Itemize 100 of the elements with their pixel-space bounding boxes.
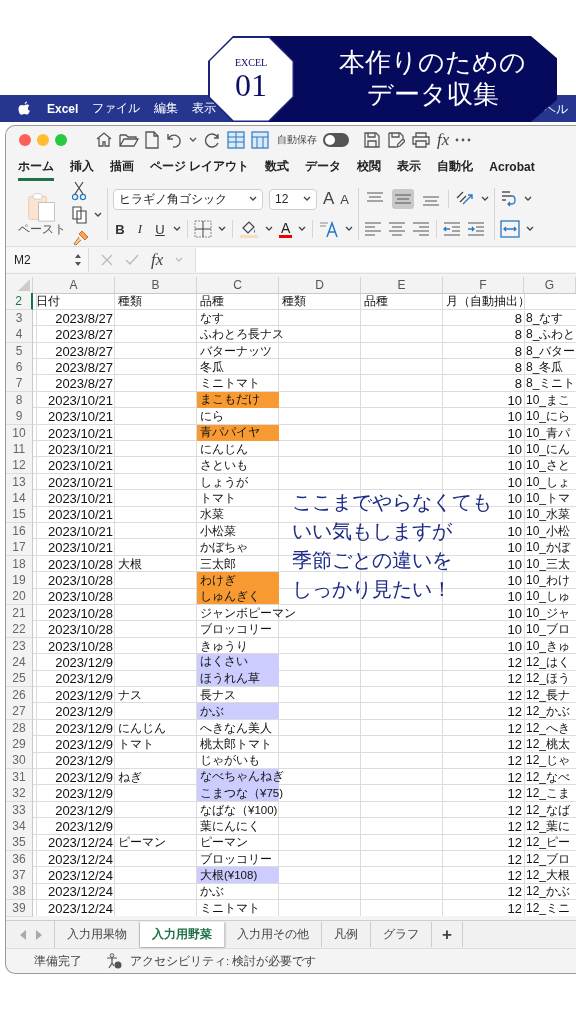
ribbon-tab[interactable]: 挿入 <box>70 155 94 181</box>
column-header[interactable]: D <box>279 277 361 294</box>
column-header[interactable]: G <box>524 277 576 294</box>
stepper-icon[interactable] <box>74 253 82 267</box>
menu-item[interactable]: ファイル <box>92 100 141 117</box>
row-number[interactable]: 17 <box>6 539 33 557</box>
format-button[interactable]: I <box>133 221 147 237</box>
ribbon-tab[interactable]: 表示 <box>397 155 422 181</box>
menu-item[interactable]: 編集 <box>154 100 179 117</box>
add-sheet-button[interactable]: + <box>432 922 463 947</box>
home-icon[interactable] <box>95 131 113 149</box>
caret-icon[interactable] <box>298 226 307 232</box>
row-number[interactable]: 32 <box>6 785 33 803</box>
undo-icon[interactable] <box>165 131 183 149</box>
vertical-align-button[interactable] <box>392 189 415 209</box>
caret-icon[interactable] <box>218 226 226 232</box>
save-icon[interactable] <box>363 131 381 149</box>
column-header[interactable]: B <box>115 277 197 294</box>
shrink-font-button[interactable]: A <box>340 191 349 207</box>
caret-icon[interactable] <box>345 226 354 232</box>
row-number[interactable]: 12 <box>6 457 33 475</box>
menu-item[interactable]: 表示 <box>192 100 217 117</box>
row-number[interactable]: 9 <box>6 408 33 426</box>
row-number[interactable]: 22 <box>6 621 33 639</box>
ribbon-tab[interactable]: 描画 <box>110 155 134 181</box>
row-number[interactable]: 25 <box>6 670 33 688</box>
column-header[interactable]: F <box>443 277 524 294</box>
row-number[interactable]: 15 <box>6 506 33 524</box>
row-number[interactable]: 4 <box>6 326 33 344</box>
row-number[interactable]: 35 <box>6 834 33 852</box>
table-icon[interactable] <box>227 131 245 149</box>
caret-icon[interactable] <box>189 137 197 143</box>
sheet-tab[interactable]: 凡例 <box>322 922 371 947</box>
font-color-button[interactable]: A <box>279 220 293 238</box>
ribbon-tab[interactable]: Acrobat <box>489 156 535 180</box>
caret-icon[interactable] <box>94 212 102 218</box>
menu-item[interactable]: Excel <box>47 101 79 116</box>
column-header[interactable]: E <box>361 277 443 294</box>
insert-function-button[interactable]: fx <box>151 250 164 270</box>
sheet-tab[interactable]: 入力用その他 <box>225 922 322 947</box>
ribbon-tab[interactable]: ホーム <box>18 155 54 181</box>
increase-indent-icon[interactable] <box>467 221 486 237</box>
formula-input[interactable] <box>195 248 576 272</box>
variety-text: かぶ <box>199 703 225 719</box>
autosave-toggle[interactable] <box>323 133 349 147</box>
variety-text: ブロッコリー <box>199 622 273 638</box>
row-number[interactable]: 27 <box>6 703 33 721</box>
menu-item[interactable]: ヘル <box>544 101 568 118</box>
badge-label: EXCEL <box>234 57 268 69</box>
clipboard-icon[interactable] <box>27 192 57 222</box>
font-size-dropdown[interactable]: 12 <box>269 188 317 210</box>
font-dropdown[interactable]: ヒラギノ角ゴシック <box>113 188 263 210</box>
format-button[interactable]: U <box>153 221 167 237</box>
date-text: 2023/10/21 <box>46 540 114 556</box>
text-effects-icon[interactable] <box>319 219 340 239</box>
caret-icon[interactable] <box>249 196 257 202</box>
wrap-text-icon[interactable] <box>500 189 519 209</box>
sheet-tab[interactable]: 入力用野菜 <box>140 922 225 947</box>
folder-icon[interactable] <box>119 131 139 149</box>
borders-icon[interactable] <box>194 220 212 238</box>
redo-icon[interactable] <box>203 131 221 149</box>
caret-icon[interactable] <box>526 226 535 232</box>
row-number[interactable]: 7 <box>6 375 33 393</box>
document-icon[interactable] <box>145 131 159 149</box>
column-header[interactable]: A <box>33 277 115 294</box>
caret-icon[interactable] <box>265 226 273 232</box>
caret-icon[interactable] <box>173 226 181 232</box>
row-number[interactable]: 20 <box>6 588 33 606</box>
sheet-tab[interactable]: グラフ <box>371 922 432 947</box>
caret-icon[interactable] <box>524 196 533 202</box>
ribbon-tab[interactable]: 校閲 <box>357 155 382 181</box>
accessibility-icon[interactable] <box>106 953 122 969</box>
paste-button[interactable]: ペースト <box>18 222 66 236</box>
column-header[interactable]: C <box>197 277 279 294</box>
scissors-icon[interactable] <box>72 181 86 201</box>
format-painter-icon[interactable] <box>72 229 90 247</box>
ribbon-tab[interactable]: ページ レイアウト <box>150 155 250 181</box>
ribbon-tab[interactable]: 数式 <box>265 155 290 181</box>
copy-icon[interactable] <box>72 206 88 224</box>
fill-color-icon[interactable] <box>239 219 259 239</box>
row-number[interactable]: 2 <box>6 293 33 310</box>
check-icon[interactable] <box>125 254 139 266</box>
print-icon[interactable] <box>411 131 431 149</box>
merge-cells-icon[interactable] <box>500 220 521 238</box>
grow-font-button[interactable]: A <box>323 189 335 209</box>
function-button[interactable]: fx <box>437 130 450 150</box>
accessibility-status[interactable]: アクセシビリティ: 検討が必要です <box>130 953 317 969</box>
table-icon[interactable] <box>251 131 269 149</box>
row-number[interactable]: 38 <box>6 883 33 901</box>
close-button[interactable] <box>19 134 31 146</box>
ribbon-tab[interactable]: 自動化 <box>437 155 474 181</box>
caret-icon[interactable] <box>303 196 311 202</box>
caret-icon[interactable] <box>481 196 490 202</box>
row-number[interactable]: 30 <box>6 752 33 770</box>
save-as-icon[interactable] <box>387 131 405 149</box>
more-icon[interactable] <box>455 138 472 142</box>
decrease-indent-icon[interactable] <box>443 221 462 237</box>
apple-icon[interactable] <box>18 101 31 116</box>
ribbon-tab[interactable]: データ <box>305 155 342 181</box>
format-button[interactable]: B <box>113 221 127 237</box>
